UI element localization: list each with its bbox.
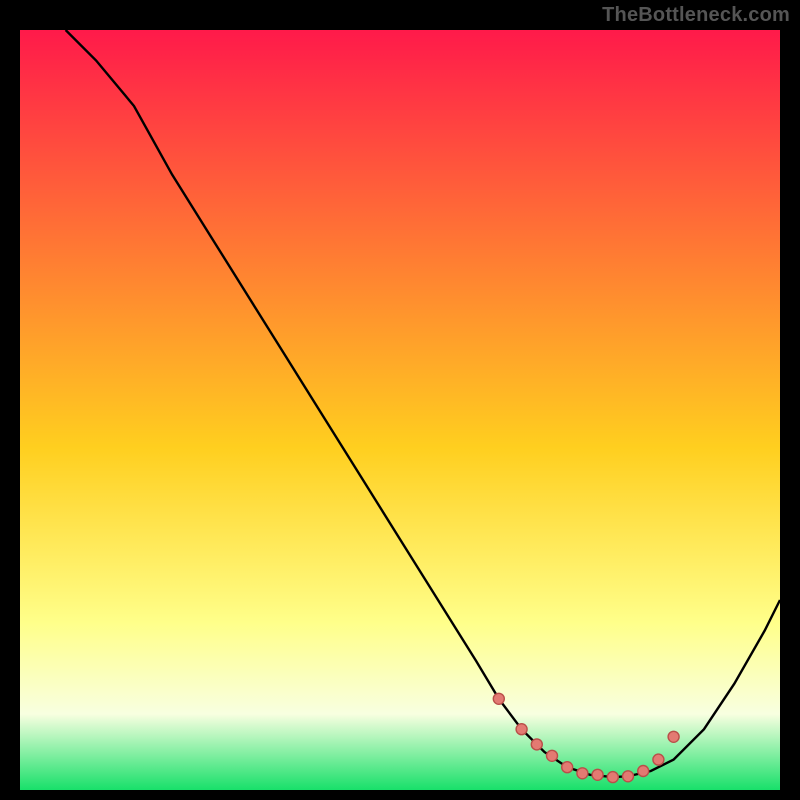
curve-marker [562,762,573,773]
curve-marker [668,731,679,742]
curve-marker [547,750,558,761]
curve-marker [592,769,603,780]
curve-marker [653,754,664,765]
chart-svg [20,30,780,790]
watermark-text: TheBottleneck.com [602,4,790,27]
chart-stage: TheBottleneck.com [0,0,800,800]
curve-marker [638,766,649,777]
curve-marker [607,772,618,783]
curve-marker [577,768,588,779]
gradient-background [20,30,780,790]
plot-area [20,30,780,790]
curve-marker [531,739,542,750]
curve-marker [623,771,634,782]
curve-marker [493,693,504,704]
curve-marker [516,724,527,735]
